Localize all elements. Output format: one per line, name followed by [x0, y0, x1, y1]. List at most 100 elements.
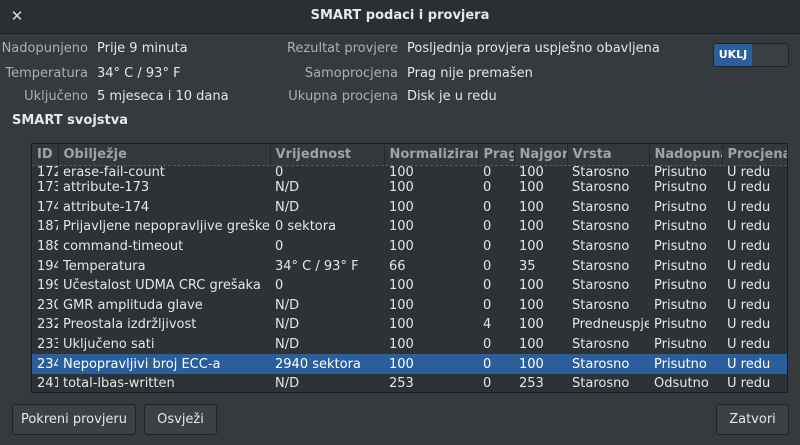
table-cell: U redu [727, 317, 771, 333]
table-cell: 0 [483, 219, 492, 235]
column-header[interactable]: Prag [478, 144, 515, 166]
table-cell: 66 [389, 258, 406, 274]
table-cell: 194 [37, 258, 58, 274]
table-cell: Prisutno [654, 239, 707, 255]
refresh-button[interactable]: Osvježi [144, 404, 217, 435]
table-cell: 0 [483, 180, 492, 196]
table-cell: Starosno [567, 354, 649, 374]
overall-assessment-label: Ukupna procjena [288, 89, 398, 104]
column-header[interactable]: Procjena [722, 144, 787, 166]
section-title: SMART svojstva [12, 113, 128, 128]
table-cell: 100 [384, 354, 478, 374]
table-cell: Preostala izdržljivost [63, 317, 197, 333]
table-row[interactable]: 241 total-lbas-written N/D 253 0 253 Starosno O… [32, 374, 787, 392]
table-cell: 100 [389, 199, 414, 215]
table-cell: Starosno [572, 278, 630, 294]
table-cell: total-lbas-written [63, 376, 175, 392]
table-cell: 34° C / 93° F [275, 258, 359, 274]
table-cell: 0 sektora [275, 219, 337, 235]
table-cell: 233 [37, 337, 58, 353]
table-cell: N/D [275, 337, 300, 353]
table-cell: Prijavljene nepopravljive greške [63, 219, 270, 235]
test-result-value: Posljednja provjera uspješno obavljena [407, 41, 660, 56]
overall-assessment-value: Disk je u redu [407, 89, 497, 104]
table-cell: Starosno [572, 297, 630, 313]
table-cell: U redu [722, 354, 787, 374]
temperature-value: 34° C / 93° F [97, 66, 181, 81]
table-cell: 0 [483, 376, 492, 392]
table-cell: 100 [519, 278, 544, 294]
column-header[interactable]: Najgori [514, 144, 568, 166]
table-cell: Prisutno [654, 180, 707, 196]
column-header[interactable]: Vrijednost [270, 144, 385, 166]
table-row[interactable]: 199 Učestalost UDMA CRC grešaka 0 100 0 100 St… [32, 276, 787, 296]
column-header[interactable]: Nadopuna [649, 144, 723, 166]
table-cell: N/D [275, 180, 300, 196]
table-cell: U redu [727, 180, 771, 196]
table-cell: Starosno [572, 376, 630, 392]
table-row[interactable]: 232 Preostala izdržljivost N/D 100 4 100 Predn… [32, 315, 787, 335]
table-row[interactable]: 173 attribute-173 N/D 100 0 100 Starosno Prisut… [32, 178, 787, 198]
table-cell: 0 [483, 239, 492, 255]
column-header[interactable]: ID [32, 144, 59, 166]
table-cell: U redu [727, 165, 771, 178]
toggle-label: UKLJ [714, 44, 752, 66]
table-cell: 174 [37, 199, 58, 215]
table-cell: Prisutno [649, 354, 722, 374]
table-cell: Predneuspjeh [572, 317, 649, 333]
powered-on-value: 5 mjeseca i 10 dana [97, 89, 229, 104]
close-button[interactable]: Zatvori [716, 404, 789, 435]
run-test-button[interactable]: Pokreni provjeru [12, 404, 136, 435]
smart-enable-toggle[interactable]: UKLJ [713, 43, 789, 67]
table-cell: 0 [478, 354, 514, 374]
table-cell: 0 [483, 297, 492, 313]
table-header: ID Obilježje Vrijednost Normalizirano Pr… [32, 144, 787, 166]
table-cell: 0 [483, 258, 492, 274]
table-cell: 230 [37, 297, 58, 313]
table-row[interactable]: 233 Uključeno sati N/D 100 0 100 Starosno Prisu… [32, 335, 787, 355]
table-cell: U redu [727, 199, 771, 215]
table-row[interactable]: 230 GMR amplituda glave N/D 100 0 100 Starosno… [32, 296, 787, 316]
table-cell: Starosno [572, 258, 630, 274]
test-result-label: Rezultat provjere [286, 41, 398, 56]
table-cell: Starosno [572, 180, 630, 196]
table-cell: 100 [519, 239, 544, 255]
table-row[interactable]: 234Nepopravljivi broj ECC-a2940 sektora1… [32, 354, 787, 374]
table-cell: 241 [37, 376, 58, 392]
table-cell: 232 [37, 317, 58, 333]
column-header[interactable]: Obilježje [58, 144, 271, 166]
table-row[interactable]: 188 command-timeout 0 100 0 100 Starosno Prisut… [32, 237, 787, 257]
table-cell: 253 [389, 376, 414, 392]
table-cell: 100 [389, 165, 414, 178]
table-cell: Prisutno [654, 258, 707, 274]
table-cell: 100 [389, 317, 414, 333]
table-cell: U redu [727, 337, 771, 353]
table-row[interactable]: 187 Prijavljene nepopravljive greške 0 sek… [32, 217, 787, 237]
table-cell: N/D [275, 376, 300, 392]
table-cell: 100 [519, 317, 544, 333]
table-cell: U redu [727, 376, 771, 392]
table-cell: 0 [483, 199, 492, 215]
table-cell: Prisutno [654, 337, 707, 353]
table-cell: 172 [37, 165, 58, 178]
table-cell: 0 [483, 278, 492, 294]
table-cell: U redu [727, 239, 771, 255]
table-cell: 253 [519, 376, 544, 392]
table-cell: U redu [727, 278, 771, 294]
table-cell: Prisutno [654, 199, 707, 215]
smart-attributes-table[interactable]: ID Obilježje Vrijednost Normalizirano Pr… [31, 143, 788, 393]
window-title: SMART podaci i provjera [310, 8, 490, 23]
table-cell: Starosno [572, 239, 630, 255]
powered-on-label: Uključeno [24, 89, 88, 104]
toggle-knob [752, 44, 788, 66]
table-row[interactable]: 194 Temperatura 34° C / 93° F 66 0 35 Starosno… [32, 256, 787, 276]
table-cell: 100 [389, 180, 414, 196]
table-cell: 0 [275, 278, 284, 294]
table-cell: Nepopravljivi broj ECC-a [58, 354, 270, 374]
table-row[interactable]: 172 erase-fail-count 0 100 0 100 Starosno Prisu… [32, 165, 787, 178]
table-row[interactable]: 174 attribute-174 N/D 100 0 100 Starosno Prisut… [32, 198, 787, 218]
column-header[interactable]: Vrsta [567, 144, 650, 166]
table-cell: U redu [727, 219, 771, 235]
table-cell: N/D [275, 317, 300, 333]
column-header[interactable]: Normalizirano [384, 144, 479, 166]
